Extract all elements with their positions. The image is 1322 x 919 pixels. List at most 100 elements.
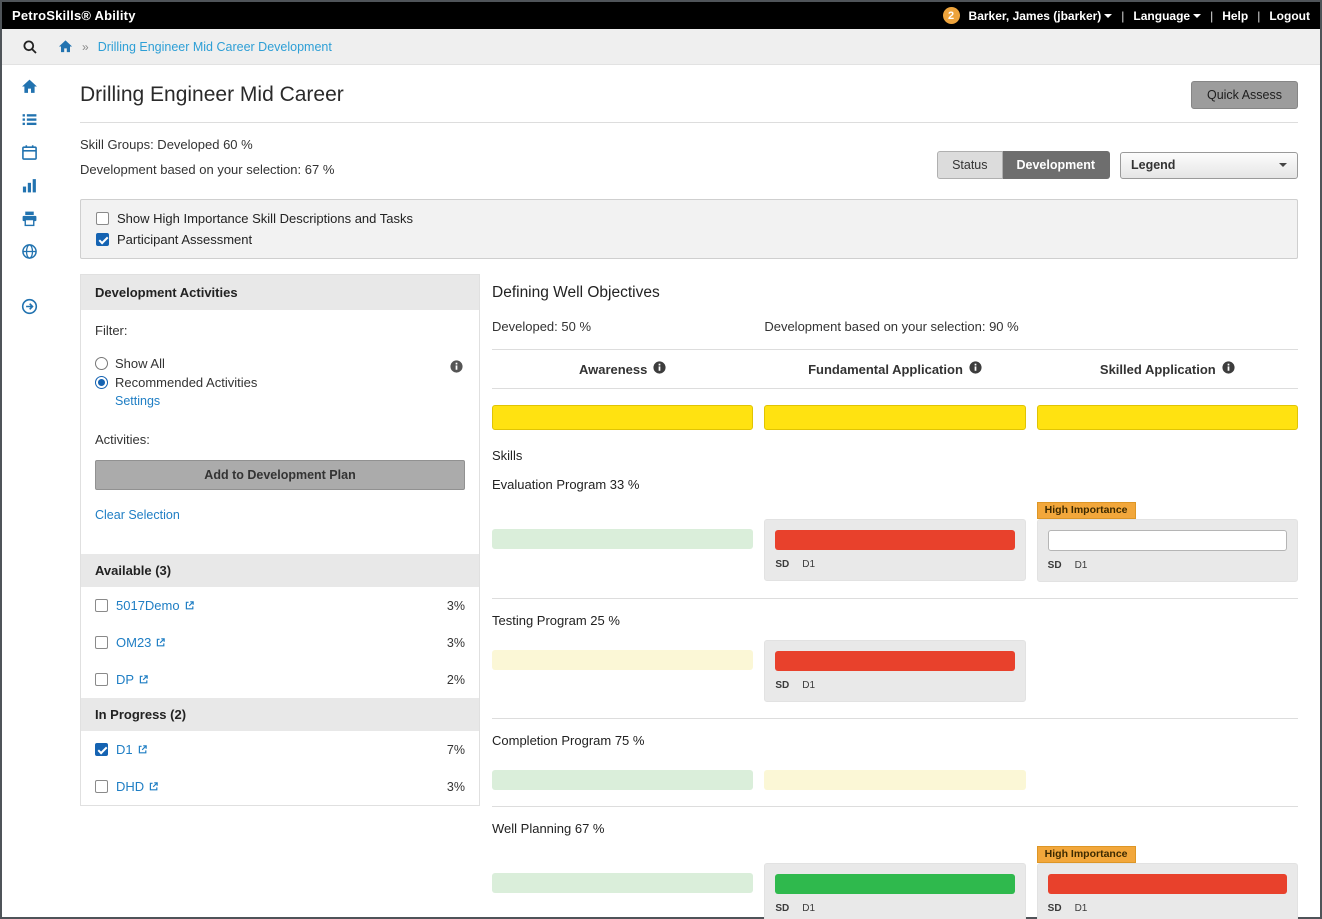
tag-sd: SD <box>1048 560 1062 571</box>
summary-stats: Skill Groups: Developed 60 % Development… <box>80 132 334 182</box>
legend-dropdown[interactable]: Legend <box>1120 152 1298 179</box>
activity-link[interactable]: 5017Demo <box>116 598 195 613</box>
level-headers: Awareness Fundamental Application Skille… <box>492 349 1298 389</box>
participant-assessment-checkbox[interactable] <box>96 233 109 246</box>
skill-section-evaluation-program: Evaluation Program 33 % SDD1 High Import <box>492 477 1298 599</box>
print-icon[interactable] <box>21 210 39 228</box>
fundamental-bar <box>775 651 1014 671</box>
skill-group-matrix: Defining Well Objectives Developed: 50 %… <box>492 274 1298 919</box>
skilled-group-bar <box>1037 405 1298 430</box>
show-all-label: Show All <box>115 356 165 371</box>
user-name: Barker, James (jbarker) <box>969 9 1102 23</box>
logout-link[interactable]: Logout <box>1269 9 1310 23</box>
activities-label: Activities: <box>95 432 465 447</box>
skill-group-title: Defining Well Objectives <box>492 284 1298 302</box>
skilled-bar <box>1048 874 1287 894</box>
group-level-bars <box>492 405 1298 430</box>
sign-out-icon[interactable] <box>21 298 39 316</box>
group-selection-stat: Development based on your selection: 90 … <box>764 319 1298 334</box>
home-icon[interactable] <box>21 78 39 96</box>
topbar-right: 2 Barker, James (jbarker) | Language | H… <box>943 7 1310 24</box>
info-icon[interactable] <box>969 361 982 377</box>
skill-name: Completion Program 75 % <box>492 733 1298 748</box>
home-icon[interactable] <box>58 39 73 54</box>
activity-link[interactable]: DP <box>116 672 149 687</box>
external-link-icon <box>138 674 149 685</box>
external-link-icon <box>137 744 148 755</box>
info-icon[interactable] <box>450 360 463 378</box>
fundamental-bar <box>775 530 1014 550</box>
breadcrumb-link[interactable]: Drilling Engineer Mid Career Development <box>98 40 332 54</box>
recommended-activities-radio[interactable] <box>95 376 108 389</box>
tag-d1: D1 <box>802 903 815 914</box>
awareness-bar <box>492 770 753 790</box>
activity-checkbox-dp[interactable] <box>95 673 108 686</box>
show-all-radio[interactable] <box>95 357 108 370</box>
settings-link[interactable]: Settings <box>115 394 160 408</box>
awareness-bar <box>492 873 753 893</box>
user-menu[interactable]: Barker, James (jbarker) <box>969 9 1113 23</box>
activity-checkbox-d1[interactable] <box>95 743 108 756</box>
fundamental-group-bar <box>764 405 1025 430</box>
activity-label: 5017Demo <box>116 598 180 613</box>
assessment-input[interactable] <box>1048 530 1287 551</box>
quick-assess-button[interactable]: Quick Assess <box>1191 81 1298 109</box>
activity-percent: 3% <box>447 780 465 794</box>
search-icon[interactable] <box>2 39 58 55</box>
legend-label: Legend <box>1131 158 1175 172</box>
development-selection-stat: Development based on your selection: 67 … <box>80 157 334 182</box>
activity-label: OM23 <box>116 635 151 650</box>
panel-title: Development Activities <box>81 275 479 310</box>
external-link-icon <box>184 600 195 611</box>
skill-groups-stat: Skill Groups: Developed 60 % <box>80 132 334 157</box>
activity-link[interactable]: DHD <box>116 779 159 794</box>
list-item: D1 7% <box>81 731 479 768</box>
fundamental-bar <box>775 874 1014 894</box>
tag-sd: SD <box>775 903 789 914</box>
tag-d1: D1 <box>1075 903 1088 914</box>
status-tab[interactable]: Status <box>937 151 1002 179</box>
calendar-icon[interactable] <box>21 144 39 162</box>
activity-checkbox-5017demo[interactable] <box>95 599 108 612</box>
high-importance-badge: High Importance <box>1037 502 1136 519</box>
development-tab[interactable]: Development <box>1003 151 1111 179</box>
tag-sd: SD <box>775 559 789 570</box>
activity-label: DP <box>116 672 134 687</box>
tag-d1: D1 <box>802 680 815 691</box>
show-high-importance-checkbox[interactable] <box>96 212 109 225</box>
activity-checkbox-om23[interactable] <box>95 636 108 649</box>
help-link[interactable]: Help <box>1222 9 1248 23</box>
info-icon[interactable] <box>653 361 666 377</box>
bar-chart-icon[interactable] <box>21 177 39 195</box>
activity-link[interactable]: D1 <box>116 742 148 757</box>
add-to-development-plan-button[interactable]: Add to Development Plan <box>95 460 465 490</box>
chevron-down-icon <box>1104 14 1112 18</box>
list-item: 5017Demo 3% <box>81 587 479 624</box>
main-content: Drilling Engineer Mid Career Quick Asses… <box>58 65 1320 917</box>
view-toggle: Status Development <box>937 151 1110 179</box>
skill-name: Well Planning 67 % <box>492 821 1298 836</box>
clear-selection-link[interactable]: Clear Selection <box>95 508 180 522</box>
external-link-icon <box>148 781 159 792</box>
language-menu[interactable]: Language <box>1133 9 1201 23</box>
activity-label: DHD <box>116 779 144 794</box>
skill-name: Testing Program 25 % <box>492 613 1298 628</box>
show-high-importance-label: Show High Importance Skill Descriptions … <box>117 211 413 226</box>
activity-checkbox-dhd[interactable] <box>95 780 108 793</box>
available-section-header: Available (3) <box>81 554 479 587</box>
list-item: DP 2% <box>81 661 479 698</box>
activity-percent: 3% <box>447 636 465 650</box>
filter-label: Filter: <box>95 323 465 338</box>
display-options-panel: Show High Importance Skill Descriptions … <box>80 199 1298 259</box>
activity-link[interactable]: OM23 <box>116 635 166 650</box>
divider <box>80 122 1298 123</box>
separator: | <box>1121 9 1124 23</box>
skilled-cell: SDD1 <box>1037 863 1298 919</box>
globe-icon[interactable] <box>21 243 39 261</box>
activity-label: D1 <box>116 742 133 757</box>
tag-d1: D1 <box>1075 560 1088 571</box>
skilled-cell: SD D1 <box>1037 519 1298 582</box>
list-icon[interactable] <box>21 111 39 129</box>
info-icon[interactable] <box>1222 361 1235 377</box>
notification-badge[interactable]: 2 <box>943 7 960 24</box>
